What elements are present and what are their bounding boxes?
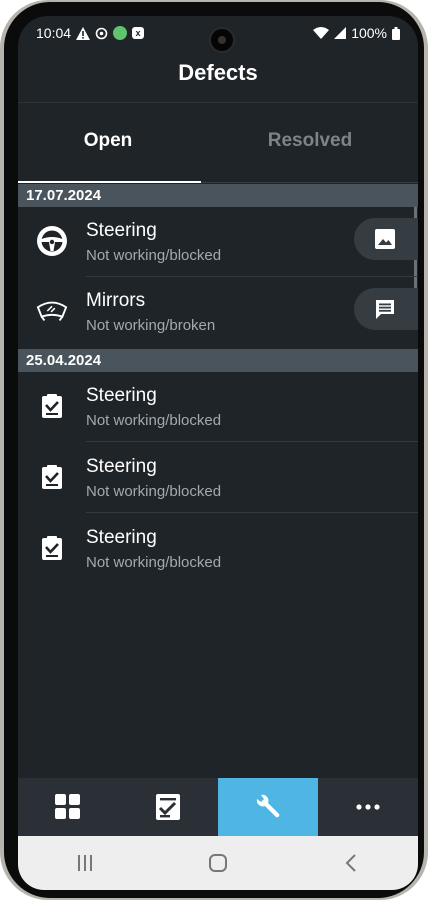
app-screen: 10:04 x 100% Defects Open Resolved 17.07… xyxy=(18,16,418,890)
defect-title: Steering xyxy=(86,220,157,241)
defect-row[interactable]: Steering Not working/blocked xyxy=(18,514,418,584)
page-title: Defects xyxy=(178,60,258,85)
nav-dashboard[interactable] xyxy=(18,778,118,836)
battery-level: 100% xyxy=(351,25,387,41)
status-time: 10:04 xyxy=(36,25,72,41)
section-header-date: 25.04.2024 xyxy=(18,349,418,372)
recent-apps-button[interactable] xyxy=(55,843,115,883)
view-comment-button[interactable] xyxy=(354,288,418,330)
recent-apps-icon xyxy=(77,855,92,871)
battery-icon xyxy=(392,26,400,40)
defect-status: Not working/blocked xyxy=(86,412,222,429)
section-header-date: 17.07.2024 xyxy=(18,184,418,207)
back-icon xyxy=(345,854,357,872)
home-icon xyxy=(208,854,227,872)
defect-status: Not working/blocked xyxy=(86,247,222,264)
nav-more[interactable] xyxy=(318,778,418,836)
app-notification-icon xyxy=(113,26,128,40)
mirror-icon xyxy=(36,295,68,327)
checklist-icon xyxy=(156,794,180,820)
system-navigation-bar xyxy=(18,836,418,890)
more-dots-icon xyxy=(356,804,380,810)
row-divider xyxy=(86,441,418,442)
back-button[interactable] xyxy=(321,843,381,883)
defect-title: Steering xyxy=(86,385,157,406)
defect-title: Mirrors xyxy=(86,290,146,311)
device-frame: 10:04 x 100% Defects Open Resolved 17.07… xyxy=(0,0,428,900)
status-bar-right: 100% xyxy=(313,25,400,41)
tab-resolved[interactable]: Resolved xyxy=(210,130,410,152)
view-image-button[interactable] xyxy=(354,218,418,260)
defect-row[interactable]: Steering Not working/blocked xyxy=(18,372,418,442)
defect-row[interactable]: Steering Not working/blocked xyxy=(18,443,418,513)
defect-row[interactable]: Mirrors Not working/broken xyxy=(18,277,418,347)
defect-row[interactable]: Steering Not working/blocked xyxy=(18,207,418,277)
sim-icon: x xyxy=(132,27,145,39)
wrench-icon xyxy=(256,794,280,818)
device-bezel: 10:04 x 100% Defects Open Resolved 17.07… xyxy=(4,2,424,898)
checklist-icon xyxy=(36,532,68,564)
defect-status: Not working/broken xyxy=(86,317,216,334)
checklist-icon xyxy=(36,390,68,422)
comment-icon xyxy=(376,300,394,319)
wifi-icon xyxy=(313,27,330,39)
warning-icon xyxy=(76,26,91,40)
status-bar: 10:04 x 100% xyxy=(18,16,418,53)
tab-divider xyxy=(201,182,418,183)
status-bar-left: 10:04 x xyxy=(36,25,145,41)
defect-title: Steering xyxy=(86,527,157,548)
defect-status: Not working/blocked xyxy=(86,554,222,571)
row-divider xyxy=(86,512,418,513)
dashboard-grid-icon xyxy=(55,794,80,819)
sync-icon xyxy=(95,27,108,39)
signal-icon xyxy=(334,27,347,39)
steering-wheel-icon xyxy=(36,225,68,257)
active-tab-indicator xyxy=(18,181,201,183)
tab-open[interactable]: Open xyxy=(18,130,208,152)
front-camera xyxy=(209,27,235,53)
header-divider xyxy=(18,102,418,103)
checklist-icon xyxy=(36,461,68,493)
bottom-navigation xyxy=(18,778,418,836)
defect-title: Steering xyxy=(86,456,157,477)
nav-defects[interactable] xyxy=(218,778,318,836)
defect-status: Not working/blocked xyxy=(86,483,222,500)
image-icon xyxy=(375,229,395,249)
home-button[interactable] xyxy=(188,843,248,883)
nav-checklists[interactable] xyxy=(118,778,218,836)
